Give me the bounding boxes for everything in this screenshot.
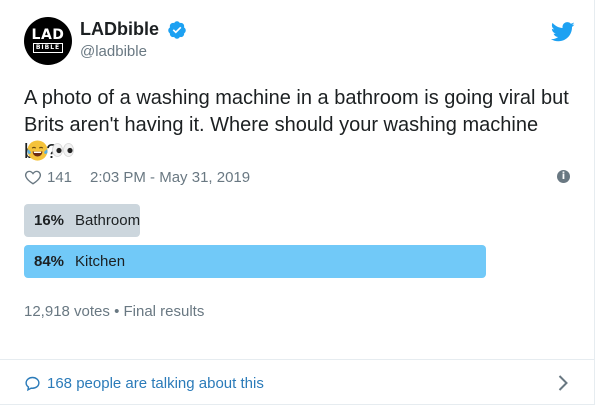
tweet-emoji-row: [26, 138, 75, 162]
conversation-link[interactable]: 168 people are talking about this: [24, 373, 264, 393]
poll-percent: 16%: [34, 212, 65, 229]
like-count[interactable]: 141: [47, 169, 72, 186]
avatar-logo-text: LAD: [31, 27, 65, 43]
divider: [0, 359, 595, 360]
tweet-timestamp[interactable]: 2:03 PM - May 31, 2019: [90, 169, 250, 186]
avatar-logo-subtext: BIBLE: [32, 43, 64, 53]
poll-option-label: Kitchen: [75, 253, 126, 270]
twitter-bird-icon[interactable]: [551, 22, 575, 42]
face-with-tears-of-joy-icon: [27, 139, 48, 161]
poll-option-label: Bathroom: [75, 212, 141, 229]
author-name[interactable]: LADbible: [80, 19, 159, 40]
speech-bubble-icon: [25, 376, 40, 391]
tweet-meta: 141 2:03 PM - May 31, 2019: [24, 167, 250, 187]
poll-option-bathroom: 16% Bathroom: [24, 204, 140, 237]
verified-badge-icon: [168, 21, 186, 39]
chevron-right-icon[interactable]: [557, 374, 569, 392]
tweet-card: LAD BIBLE LADbible @ladbible A photo of …: [0, 0, 595, 405]
poll-option-kitchen: 84% Kitchen: [24, 245, 486, 278]
eyes-icon: [52, 143, 74, 157]
heart-icon[interactable]: [24, 168, 42, 186]
poll-summary: 12,918 votes • Final results: [24, 303, 205, 320]
avatar[interactable]: LAD BIBLE: [24, 17, 72, 65]
conversation-link-text[interactable]: 168 people are talking about this: [47, 375, 264, 392]
tweet-text: A photo of a washing machine in a bathro…: [24, 87, 569, 163]
info-icon[interactable]: i: [557, 170, 570, 183]
poll-percent: 84%: [34, 253, 65, 270]
author-handle[interactable]: @ladbible: [80, 43, 147, 60]
